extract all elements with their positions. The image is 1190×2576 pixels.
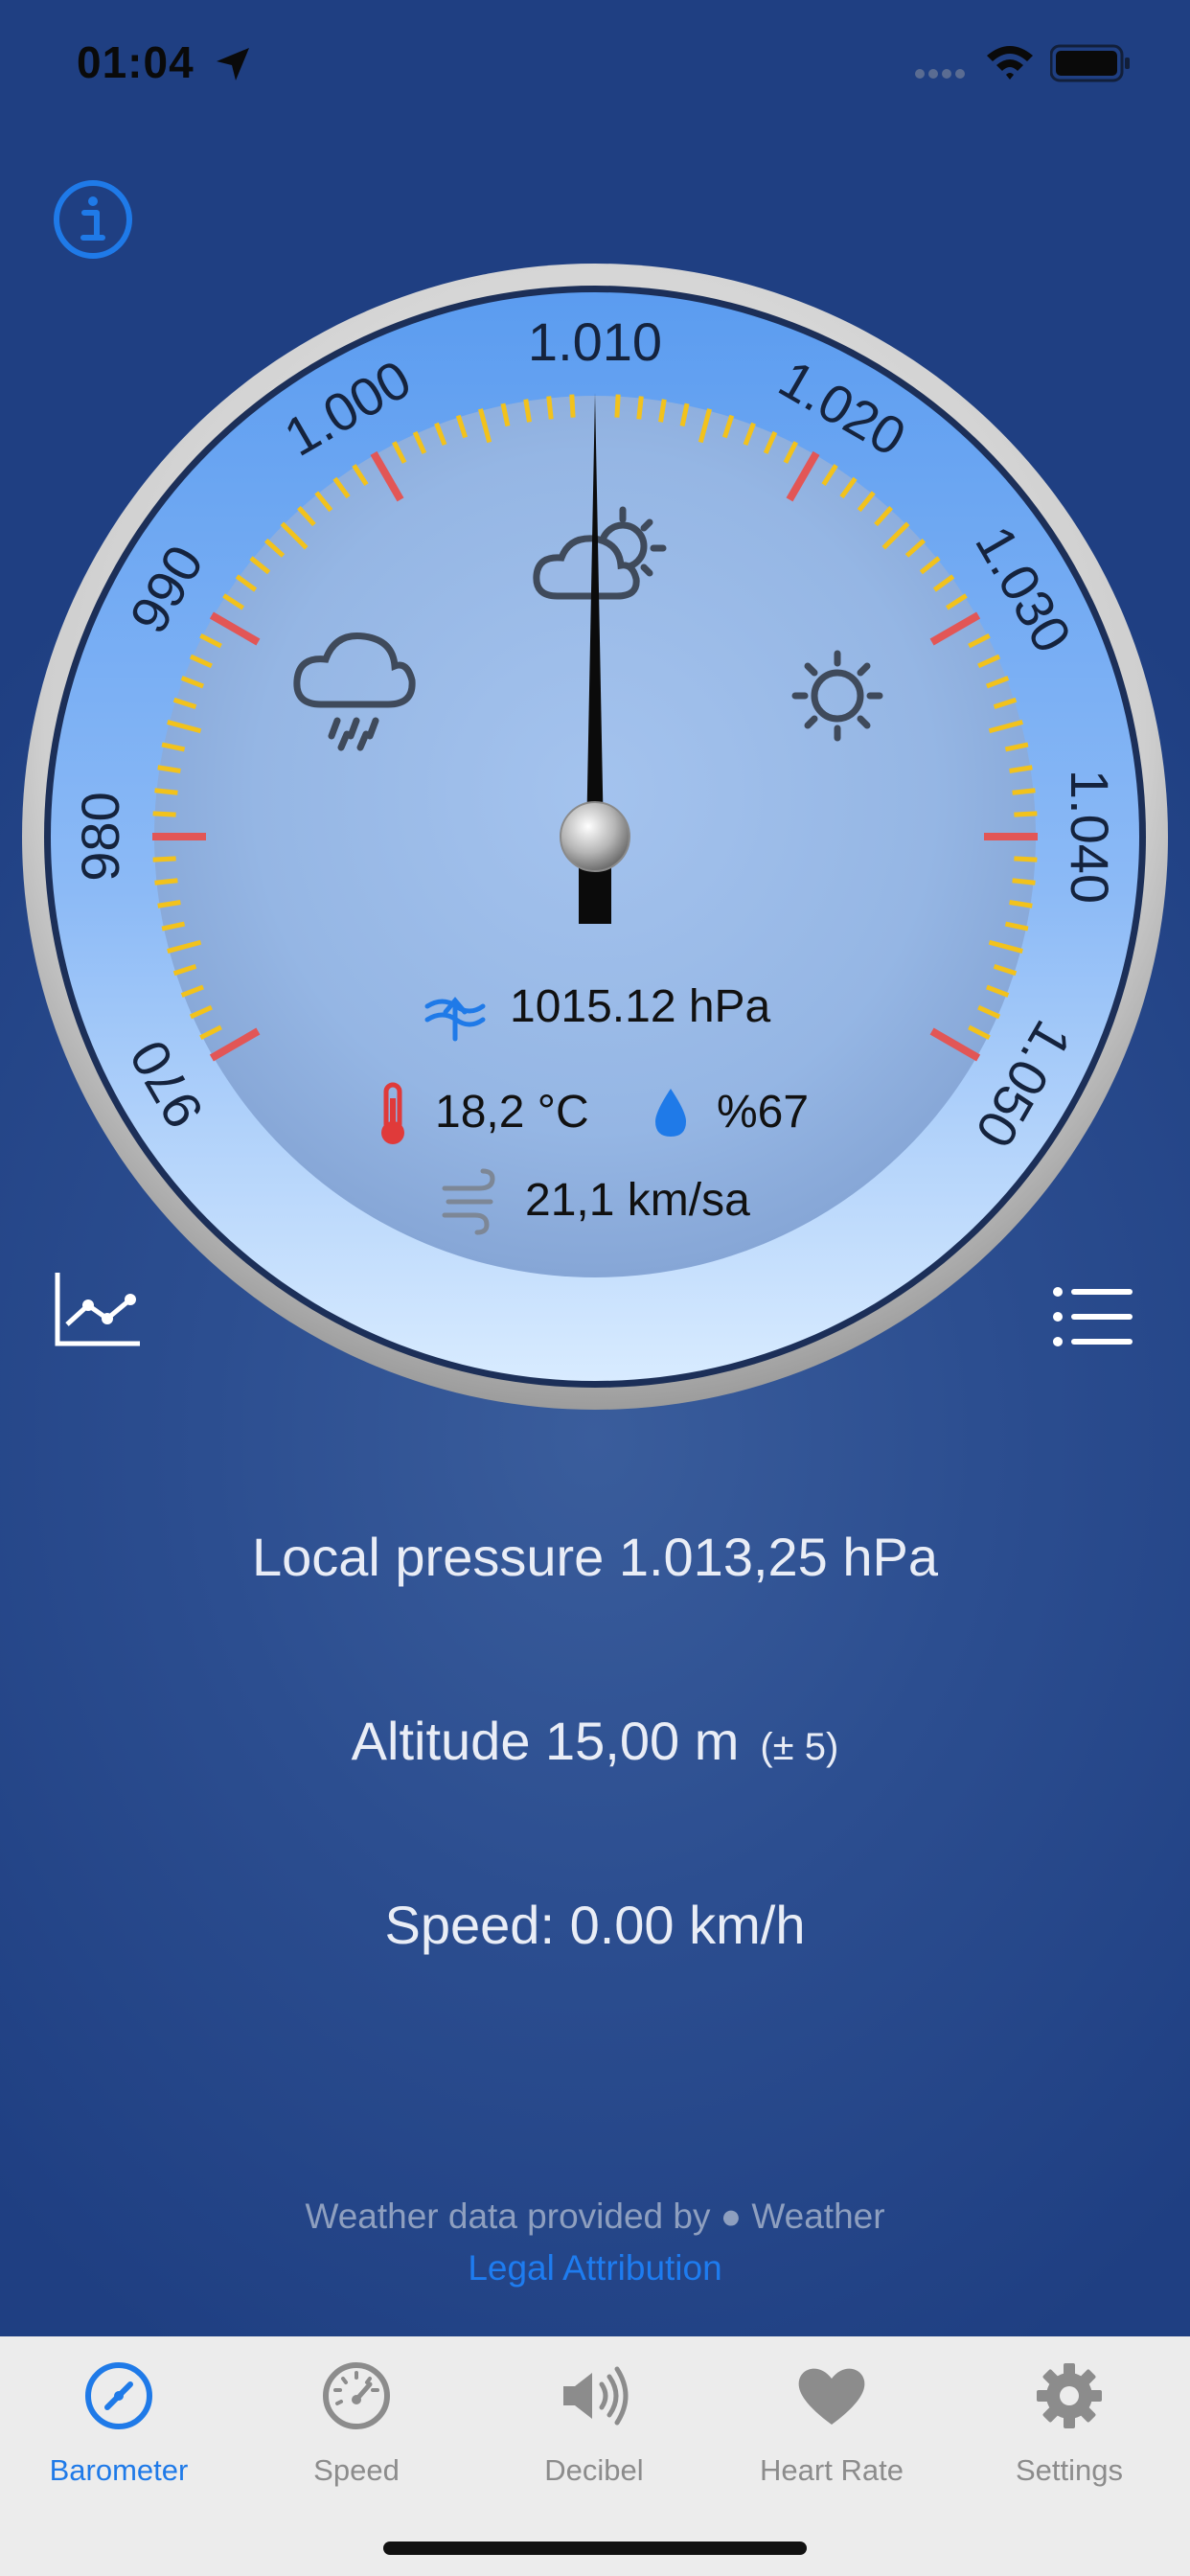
app-screen: 01:04 970 980 990 1.000 1.010 1.020 1.03…	[0, 0, 1190, 2576]
needle-hub	[560, 801, 630, 872]
altitude-text: Altitude 15,00 m	[351, 1711, 740, 1771]
gauge-minor-tick	[546, 396, 554, 420]
humidity-value: %67	[717, 1087, 809, 1138]
tab-speed[interactable]: Speed	[238, 2336, 475, 2509]
attribution-brand: Weather	[751, 2196, 885, 2236]
tab-label: Heart Rate	[760, 2453, 904, 2487]
gauge-minor-tick	[1014, 856, 1038, 862]
tab-label: Settings	[1015, 2453, 1123, 2487]
compass-icon	[85, 2362, 152, 2429]
temperature-value: 18,2 °C	[435, 1087, 589, 1138]
tab-heart-rate[interactable]: Heart Rate	[713, 2336, 950, 2509]
altitude-accuracy: (± 5)	[760, 1726, 839, 1768]
tab-label: Speed	[313, 2453, 400, 2487]
speed-text: Speed: 0.00 km/h	[384, 1895, 806, 1955]
tab-settings[interactable]: Settings	[950, 2336, 1188, 2509]
gauge-minor-tick	[152, 856, 176, 862]
gauge-minor-tick	[1012, 878, 1036, 886]
gauge-scale-label: 1.040	[1060, 770, 1120, 904]
speedometer-icon	[323, 2362, 390, 2429]
gauge-minor-tick	[636, 396, 644, 420]
tab-label: Decibel	[544, 2453, 644, 2487]
tab-decibel[interactable]: Decibel	[475, 2336, 713, 2509]
gauge-minor-tick	[614, 394, 621, 418]
tab-bar: Barometer Speed Decibel Heart Rate Setti…	[0, 2336, 1190, 2576]
apple-logo-icon: ●	[720, 2196, 743, 2236]
local-pressure-text: Local pressure 1.013,25 hPa	[251, 1527, 939, 1587]
tab-barometer[interactable]: Barometer	[0, 2336, 238, 2509]
wind-value: 21,1 km/sa	[525, 1175, 750, 1226]
attribution-text: Weather data provided by	[305, 2196, 711, 2236]
gauge-scale-label: 1.010	[528, 311, 662, 372]
gauge-minor-tick	[154, 878, 178, 886]
gauge-scale-label: 980	[70, 792, 130, 881]
gauge-minor-tick	[152, 811, 176, 817]
barometer-gauge: 9709809901.0001.0101.0201.0301.0401.050	[22, 264, 1168, 1410]
list-menu-button[interactable]	[1052, 1286, 1134, 1347]
gauge-minor-tick	[154, 788, 178, 795]
gauge-minor-tick	[569, 394, 576, 418]
gauge-minor-tick	[1014, 811, 1038, 817]
home-indicator	[383, 2542, 807, 2555]
attribution-line: Weather data provided by ● Weather	[0, 2196, 1190, 2237]
gear-icon	[1037, 2363, 1102, 2428]
pressure-reading: 1015.12 hPa	[510, 981, 771, 1032]
speaker-icon	[563, 2366, 629, 2426]
tab-label: Barometer	[49, 2453, 189, 2487]
gauge-minor-tick	[1012, 788, 1036, 795]
altitude-row: Altitude 15,00 m (± 5)	[0, 1710, 1190, 1772]
heart-icon	[798, 2368, 865, 2425]
legal-attribution-link[interactable]: Legal Attribution	[0, 2248, 1190, 2288]
chart-button[interactable]	[54, 1271, 142, 1347]
